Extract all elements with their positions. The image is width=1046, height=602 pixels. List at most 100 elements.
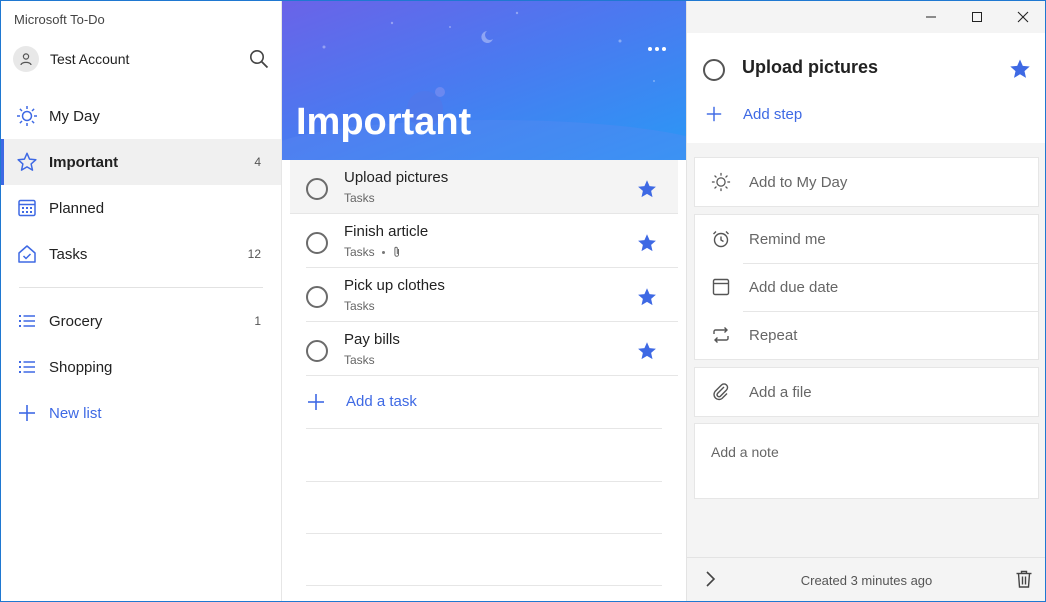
search-button[interactable] — [247, 47, 271, 71]
add-to-my-day-label: Add to My Day — [749, 173, 848, 191]
minimize-button[interactable] — [908, 1, 954, 33]
sidebar-nav: My Day Important 4 Planned Tasks 12 Groc… — [1, 93, 281, 436]
maximize-button[interactable] — [954, 1, 1000, 33]
task-title: Pick up clothes — [344, 277, 445, 294]
alarm-clock-icon — [711, 229, 731, 249]
add-due-date-button[interactable]: Add due date — [695, 263, 1038, 311]
task-complete-checkbox[interactable] — [306, 232, 328, 254]
add-file-button[interactable]: Add a file — [695, 368, 1038, 416]
file-card: Add a file — [694, 367, 1039, 417]
task-item[interactable]: Pick up clothes Tasks — [306, 268, 678, 322]
more-dot — [655, 47, 659, 51]
avatar[interactable] — [13, 46, 39, 72]
separator-dot — [381, 250, 385, 254]
list-icon — [16, 356, 38, 378]
trash-icon[interactable] — [1014, 569, 1034, 589]
task-item[interactable]: Pay bills Tasks — [306, 322, 678, 376]
sun-icon — [16, 105, 38, 127]
sidebar-item-my-day[interactable]: My Day — [1, 93, 281, 139]
star-outline-icon — [16, 151, 38, 173]
task-list: Upload pictures Tasks Finish article Tas… — [290, 160, 678, 376]
my-day-card: Add to My Day — [694, 157, 1039, 207]
task-item[interactable]: Finish article Tasks — [306, 214, 678, 268]
remind-me-label: Remind me — [749, 230, 826, 248]
list-icon — [16, 310, 38, 332]
add-to-my-day-button[interactable]: Add to My Day — [695, 158, 1038, 206]
add-step-button[interactable]: Add step — [705, 105, 802, 123]
add-file-label: Add a file — [749, 383, 812, 401]
sidebar-divider — [19, 287, 263, 288]
note-input[interactable]: Add a note — [694, 423, 1039, 499]
sidebar-item-label: Shopping — [49, 358, 113, 376]
repeat-label: Repeat — [749, 326, 798, 344]
more-dot — [648, 47, 652, 51]
repeat-icon — [711, 325, 731, 345]
empty-row-divider — [306, 481, 662, 482]
task-detail-title[interactable]: Upload pictures — [742, 57, 878, 78]
sidebar-item-shopping[interactable]: Shopping — [1, 344, 281, 390]
task-item[interactable]: Upload pictures Tasks — [290, 160, 678, 214]
remind-me-button[interactable]: Remind me — [695, 215, 1038, 263]
sun-icon — [711, 172, 731, 192]
add-task-button[interactable]: Add a task — [306, 375, 662, 429]
task-list-name: Tasks — [344, 299, 375, 313]
star-filled-icon[interactable] — [1008, 57, 1032, 81]
sidebar-item-count: 1 — [254, 314, 261, 328]
task-list-name: Tasks — [344, 191, 375, 205]
close-icon — [1017, 11, 1029, 23]
account[interactable]: Test Account — [13, 45, 271, 73]
search-icon — [250, 50, 269, 69]
task-meta: Tasks — [344, 299, 375, 313]
task-complete-checkbox[interactable] — [703, 59, 725, 81]
task-complete-checkbox[interactable] — [306, 340, 328, 362]
new-list-label: New list — [49, 404, 102, 422]
star-filled-icon[interactable] — [636, 340, 658, 362]
star-filled-icon[interactable] — [636, 178, 658, 200]
star-filled-icon[interactable] — [636, 232, 658, 254]
task-list-name: Tasks — [344, 245, 375, 259]
task-complete-checkbox[interactable] — [306, 286, 328, 308]
task-list-name: Tasks — [344, 353, 375, 367]
close-button[interactable] — [1000, 1, 1045, 33]
task-meta: Tasks — [344, 353, 375, 367]
paperclip-icon — [711, 382, 731, 402]
task-title: Pay bills — [344, 331, 400, 348]
list-more-button[interactable] — [648, 47, 666, 51]
plus-icon — [308, 393, 324, 410]
sidebar-item-planned[interactable]: Planned — [1, 185, 281, 231]
sidebar-item-label: Tasks — [49, 245, 88, 263]
app-title: Microsoft To-Do — [14, 12, 105, 27]
empty-row-divider — [306, 585, 662, 586]
detail-footer: Created 3 minutes ago — [687, 557, 1045, 601]
plus-icon — [706, 106, 722, 122]
note-placeholder: Add a note — [711, 444, 779, 460]
sidebar: Microsoft To-Do Test Account My Day Impo… — [1, 1, 282, 601]
new-list-button[interactable]: New list — [1, 390, 281, 436]
sidebar-item-tasks[interactable]: Tasks 12 — [1, 231, 281, 277]
sidebar-item-grocery[interactable]: Grocery 1 — [1, 298, 281, 344]
task-meta: Tasks — [344, 245, 402, 259]
account-name: Test Account — [50, 51, 130, 67]
minimize-icon — [926, 16, 936, 18]
sidebar-item-label: Important — [49, 153, 119, 171]
task-complete-checkbox[interactable] — [306, 178, 328, 200]
calendar-icon — [16, 197, 38, 219]
person-icon — [20, 53, 32, 66]
task-detail-pane: Upload pictures Add step Add to My Day R… — [686, 1, 1045, 601]
task-title: Finish article — [344, 223, 429, 240]
more-dot — [662, 47, 666, 51]
star-filled-icon[interactable] — [636, 286, 658, 308]
attachment-icon — [394, 246, 399, 257]
sidebar-item-important[interactable]: Important 4 — [1, 139, 281, 185]
plus-icon — [16, 402, 38, 424]
task-title: Upload pictures — [344, 169, 449, 186]
created-timestamp: Created 3 minutes ago — [800, 573, 933, 588]
add-step-label: Add step — [743, 105, 803, 123]
task-detail-header: Upload pictures Add step — [687, 33, 1045, 143]
sidebar-item-count: 12 — [247, 247, 261, 261]
add-task-label: Add a task — [346, 393, 417, 410]
calendar-icon — [711, 277, 731, 297]
repeat-button[interactable]: Repeat — [695, 311, 1038, 359]
list-title: Important — [296, 101, 472, 143]
task-meta: Tasks — [344, 191, 375, 205]
